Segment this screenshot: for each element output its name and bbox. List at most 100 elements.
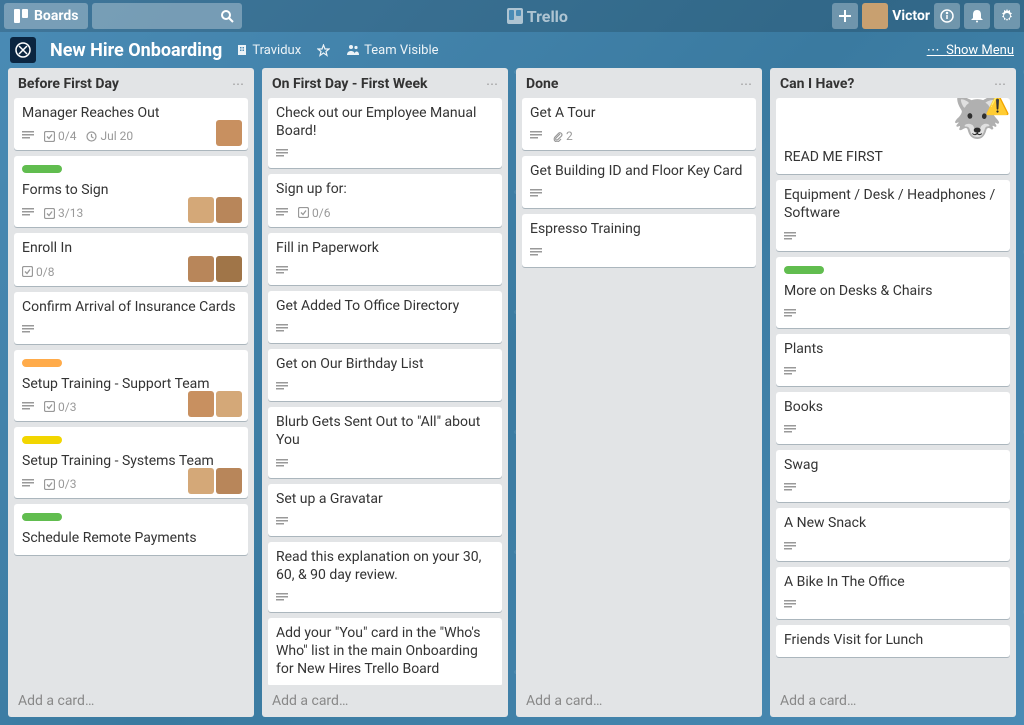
description-badge: [530, 189, 542, 199]
card[interactable]: Sign up for: 0/6: [268, 174, 502, 226]
card-title: Blurb Gets Sent Out to "All" about You: [276, 413, 494, 449]
card-title: Swag: [784, 456, 1002, 474]
card[interactable]: Fill in Paperwork: [268, 233, 502, 285]
info-button[interactable]: [934, 3, 960, 29]
list-title[interactable]: Done: [526, 76, 558, 92]
card[interactable]: 🐺⚠️READ ME FIRST: [776, 98, 1010, 174]
card[interactable]: Espresso Training: [522, 214, 756, 266]
card[interactable]: Equipment / Desk / Headphones / Software: [776, 180, 1010, 250]
member-avatar[interactable]: [216, 197, 242, 223]
card[interactable]: Plants: [776, 334, 1010, 386]
user-avatar[interactable]: [862, 3, 888, 29]
card[interactable]: Get Added To Office Directory: [268, 291, 502, 343]
card[interactable]: Setup Training - Support Team 0/3: [14, 350, 248, 421]
card-badges: [784, 227, 1002, 247]
list-header: Before First Day ⋯: [8, 68, 254, 98]
card[interactable]: Setup Training - Systems Team 0/3: [14, 427, 248, 498]
card[interactable]: Books: [776, 392, 1010, 444]
member-avatar[interactable]: [216, 468, 242, 494]
card[interactable]: Confirm Arrival of Insurance Cards: [14, 292, 248, 344]
add-card-button[interactable]: Add a card…: [262, 685, 508, 717]
card-badges: [784, 595, 1002, 615]
list-title[interactable]: Before First Day: [18, 76, 119, 92]
member-avatar[interactable]: [188, 391, 214, 417]
member-avatar[interactable]: [188, 256, 214, 282]
card-title: Fill in Paperwork: [276, 239, 494, 257]
card[interactable]: Manager Reaches Out 0/4 Jul 20: [14, 98, 248, 150]
description-badge: [22, 208, 34, 218]
card-title: Get Added To Office Directory: [276, 297, 494, 315]
global-header: Boards Trello Victor: [0, 0, 1024, 32]
list-menu-button[interactable]: ⋯: [994, 77, 1006, 91]
member-avatar[interactable]: [188, 468, 214, 494]
card[interactable]: Get on Our Birthday List: [268, 349, 502, 401]
member-avatar[interactable]: [216, 120, 242, 146]
create-button[interactable]: [832, 3, 858, 29]
settings-button[interactable]: [994, 3, 1020, 29]
card-title: Check out our Employee Manual Board!: [276, 104, 494, 140]
search-input[interactable]: [92, 3, 242, 29]
card-title: Get A Tour: [530, 104, 748, 122]
list-menu-button[interactable]: ⋯: [232, 77, 244, 91]
people-icon: [346, 44, 360, 56]
member-avatar[interactable]: [216, 391, 242, 417]
card[interactable]: Enroll In 0/8: [14, 233, 248, 285]
card-badges: [784, 537, 1002, 557]
card[interactable]: Add your "You" card in the "Who's Who" l…: [268, 618, 502, 685]
add-card-button[interactable]: Add a card…: [770, 685, 1016, 717]
card[interactable]: A Bike In The Office: [776, 567, 1010, 619]
board-header: New Hire Onboarding Travidux Team Visibl…: [0, 32, 1024, 68]
add-card-button[interactable]: Add a card…: [516, 685, 762, 717]
search-icon: [220, 9, 234, 23]
add-card-button[interactable]: Add a card…: [8, 685, 254, 717]
list-header: Done ⋯: [516, 68, 762, 98]
card[interactable]: Blurb Gets Sent Out to "All" about You: [268, 407, 502, 477]
user-name[interactable]: Victor: [892, 8, 930, 24]
card[interactable]: Get Building ID and Floor Key Card: [522, 156, 756, 208]
card[interactable]: Forms to Sign 3/13: [14, 156, 248, 227]
card[interactable]: Read this explanation on your 30, 60, & …: [268, 542, 502, 612]
card-title: Plants: [784, 340, 1002, 358]
board-title[interactable]: New Hire Onboarding: [50, 40, 222, 61]
card[interactable]: Swag: [776, 450, 1010, 502]
card[interactable]: Set up a Gravatar: [268, 484, 502, 536]
card-badges: 2: [530, 126, 748, 146]
card[interactable]: Friends Visit for Lunch: [776, 625, 1010, 657]
list: Done ⋯ Get A Tour 2 Get Building ID and Flo…: [516, 68, 762, 717]
description-badge: [276, 266, 288, 276]
list-menu-button[interactable]: ⋯: [486, 77, 498, 91]
list-cards: 🐺⚠️READ ME FIRSTEquipment / Desk / Headp…: [770, 98, 1016, 685]
boards-button[interactable]: Boards: [4, 3, 88, 29]
list-menu-button[interactable]: ⋯: [740, 77, 752, 91]
card-title: Friends Visit for Lunch: [784, 631, 1002, 649]
team-link[interactable]: Travidux: [236, 43, 301, 58]
card[interactable]: A New Snack: [776, 508, 1010, 560]
list-title[interactable]: On First Day - First Week: [272, 76, 427, 92]
card-title: More on Desks & Chairs: [784, 282, 1002, 300]
description-badge: [784, 232, 796, 242]
visibility-button[interactable]: Team Visible: [346, 43, 438, 58]
card-badges: [276, 588, 494, 608]
card[interactable]: Check out our Employee Manual Board!: [268, 98, 502, 168]
due-date-badge: Jul 20: [86, 129, 133, 143]
trello-logo[interactable]: Trello: [507, 7, 568, 26]
board-logo[interactable]: [10, 37, 36, 63]
card-members: [188, 256, 242, 282]
description-badge: [276, 382, 288, 392]
card[interactable]: Get A Tour 2: [522, 98, 756, 150]
card-badges: [22, 320, 240, 340]
card[interactable]: Schedule Remote Payments: [14, 504, 248, 555]
card-members: [188, 197, 242, 223]
board-logo-icon: [14, 41, 32, 59]
list-title[interactable]: Can I Have?: [780, 76, 854, 92]
card-badges: [276, 319, 494, 339]
card-title: Books: [784, 398, 1002, 416]
star-button[interactable]: [317, 44, 330, 57]
member-avatar[interactable]: [188, 197, 214, 223]
card[interactable]: More on Desks & Chairs: [776, 257, 1010, 328]
member-avatar[interactable]: [216, 256, 242, 282]
board-canvas[interactable]: Before First Day ⋯ Manager Reaches Out 0/4…: [0, 68, 1024, 725]
notifications-button[interactable]: [964, 3, 990, 29]
checklist-badge: 0/3: [44, 400, 76, 414]
show-menu-button[interactable]: ⋯ Show Menu: [927, 43, 1014, 58]
